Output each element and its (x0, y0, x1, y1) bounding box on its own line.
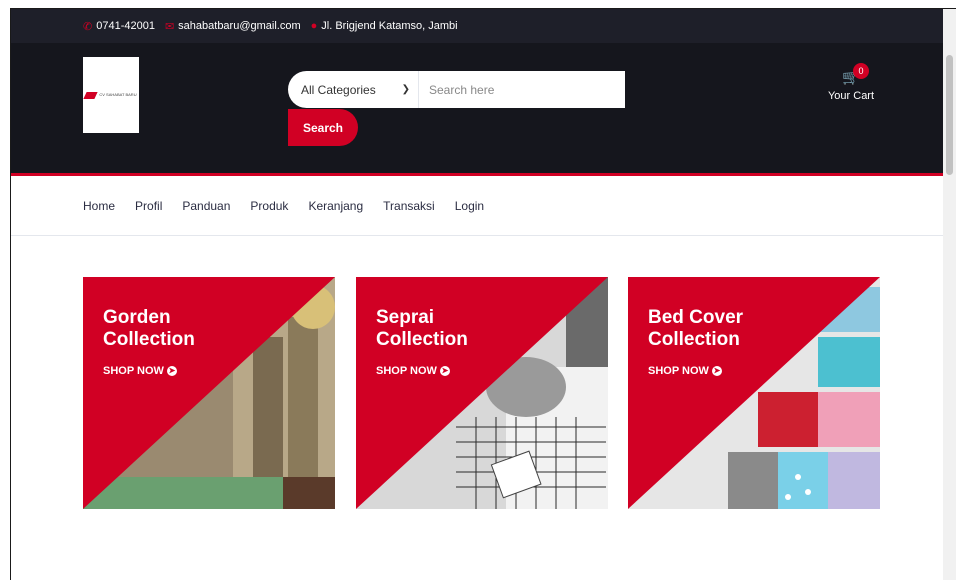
header-phone-text: 0741-42001 (96, 20, 155, 32)
collection-title: Seprai Collection (376, 307, 468, 351)
nav-panduan[interactable]: Panduan (182, 199, 230, 213)
shop-now-label: SHOP NOW (376, 365, 437, 377)
logo-text: CV SAHABAT BARU (99, 92, 137, 97)
collection-title: Bed Cover Collection (648, 307, 743, 351)
collection-title: Gorden Collection (103, 307, 195, 351)
header-address-text: Jl. Brigjend Katamso, Jambi (321, 20, 458, 32)
shopping-cart-icon: 🛒 (842, 69, 860, 85)
collection-title-line2: Collection (376, 329, 468, 350)
header-email[interactable]: ✉ sahabatbaru@gmail.com (165, 20, 301, 33)
phone-icon: ✆ (83, 20, 93, 33)
collection-title-line1: Bed Cover (648, 307, 744, 328)
cart-link[interactable]: 🛒 0 Your Cart (821, 63, 881, 113)
logo-shape (83, 91, 99, 99)
nav-produk[interactable]: Produk (250, 199, 288, 213)
collection-title-line2: Collection (648, 329, 740, 350)
map-marker-icon: ● (310, 20, 318, 32)
arrow-circle-right-icon: ➤ (166, 366, 177, 376)
cart-qty-badge: 0 (853, 63, 869, 79)
collection-title-line1: Gorden (103, 307, 171, 328)
shop-now-link[interactable]: SHOP NOW ➤ (648, 365, 722, 377)
category-select-value: All Categories (301, 82, 376, 97)
collection-card-seprai[interactable]: Seprai Collection SHOP NOW ➤ (356, 277, 608, 509)
arrow-circle-right-icon: ➤ (711, 366, 722, 376)
header-address[interactable]: ● Jl. Brigjend Katamso, Jambi (311, 20, 458, 32)
collection-card-gorden[interactable]: Gorden Collection SHOP NOW ➤ (83, 277, 335, 509)
shop-now-label: SHOP NOW (648, 365, 709, 377)
top-header-bar: ✆ 0741-42001 ✉ sahabatbaru@gmail.com ● J… (11, 9, 943, 43)
header-email-text: sahabatbaru@gmail.com (178, 20, 301, 32)
main-header: CV SAHABAT BARU All Categories ❯ Search … (11, 43, 943, 173)
search-input[interactable] (419, 70, 625, 109)
nav-transaksi[interactable]: Transaksi (383, 199, 435, 213)
nav-home[interactable]: Home (83, 199, 115, 213)
site-logo[interactable]: CV SAHABAT BARU (83, 57, 139, 133)
shop-now-label: SHOP NOW (103, 365, 164, 377)
scrollbar-thumb[interactable] (946, 55, 953, 175)
collection-title-line1: Seprai (376, 307, 435, 328)
main-nav: Home Profil Panduan Produk Keranjang Tra… (11, 176, 943, 236)
envelope-icon: ✉ (164, 20, 175, 33)
header-phone[interactable]: ✆ 0741-42001 (83, 20, 155, 33)
shop-now-link[interactable]: SHOP NOW ➤ (103, 365, 177, 377)
collection-card-bed-cover[interactable]: Bed Cover Collection SHOP NOW ➤ (628, 277, 880, 509)
cart-label: Your Cart (827, 90, 875, 102)
category-select[interactable]: All Categories ❯ (288, 71, 419, 108)
collection-title-line2: Collection (103, 329, 195, 350)
arrow-circle-right-icon: ➤ (439, 366, 450, 376)
nav-profil[interactable]: Profil (135, 199, 162, 213)
nav-keranjang[interactable]: Keranjang (308, 199, 363, 213)
search-button[interactable]: Search (288, 109, 358, 146)
search-form: All Categories ❯ (288, 70, 625, 109)
nav-login[interactable]: Login (455, 199, 484, 213)
shop-now-link[interactable]: SHOP NOW ➤ (376, 365, 450, 377)
logo-mark: CV SAHABAT BARU (83, 91, 137, 99)
chevron-down-icon: ❯ (401, 84, 410, 95)
